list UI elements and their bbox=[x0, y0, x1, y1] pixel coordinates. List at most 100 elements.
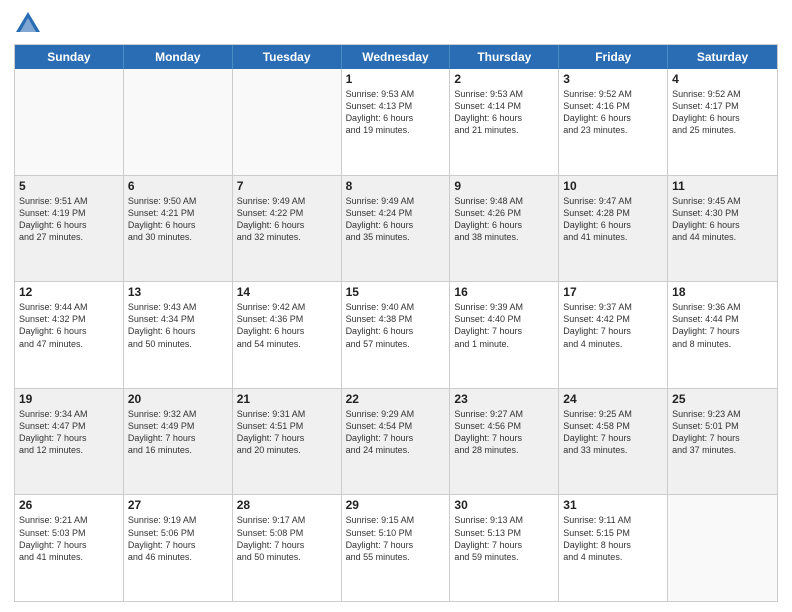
calendar-cell: 6 Sunrise: 9:50 AM Sunset: 4:21 PM Daylig… bbox=[124, 176, 233, 282]
day-number: 22 bbox=[346, 392, 446, 406]
calendar-cell bbox=[124, 69, 233, 175]
calendar-cell: 4Sunrise: 9:52 AM Sunset: 4:17 PM Daylig… bbox=[668, 69, 777, 175]
cell-info: Sunrise: 9:17 AM Sunset: 5:08 PM Dayligh… bbox=[237, 514, 337, 563]
header-day: Wednesday bbox=[342, 45, 451, 69]
calendar-row: 5 Sunrise: 9:51 AM Sunset: 4:19 PM Daylig… bbox=[15, 175, 777, 282]
cell-info: Sunrise: 9:13 AM Sunset: 5:13 PM Dayligh… bbox=[454, 514, 554, 563]
cell-info: Sunrise: 9:52 AM Sunset: 4:17 PM Dayligh… bbox=[672, 88, 773, 137]
calendar-cell: 10Sunrise: 9:47 AM Sunset: 4:28 PM Dayli… bbox=[559, 176, 668, 282]
calendar-cell: 26 Sunrise: 9:21 AM Sunset: 5:03 PM Dayli… bbox=[15, 495, 124, 601]
cell-info: Sunrise: 9:48 AM Sunset: 4:26 PM Dayligh… bbox=[454, 195, 554, 244]
day-number: 5 bbox=[19, 179, 119, 193]
calendar-cell: 28 Sunrise: 9:17 AM Sunset: 5:08 PM Dayli… bbox=[233, 495, 342, 601]
calendar-header: SundayMondayTuesdayWednesdayThursdayFrid… bbox=[15, 45, 777, 69]
cell-info: Sunrise: 9:27 AM Sunset: 4:56 PM Dayligh… bbox=[454, 408, 554, 457]
day-number: 8 bbox=[346, 179, 446, 193]
day-number: 3 bbox=[563, 72, 663, 86]
day-number: 30 bbox=[454, 498, 554, 512]
cell-info: Sunrise: 9:43 AM Sunset: 4:34 PM Dayligh… bbox=[128, 301, 228, 350]
calendar-row: 1Sunrise: 9:53 AM Sunset: 4:13 PM Daylig… bbox=[15, 69, 777, 175]
calendar-row: 19 Sunrise: 9:34 AM Sunset: 4:47 PM Dayli… bbox=[15, 388, 777, 495]
cell-info: Sunrise: 9:15 AM Sunset: 5:10 PM Dayligh… bbox=[346, 514, 446, 563]
day-number: 15 bbox=[346, 285, 446, 299]
day-number: 25 bbox=[672, 392, 773, 406]
calendar-body: 1Sunrise: 9:53 AM Sunset: 4:13 PM Daylig… bbox=[15, 69, 777, 601]
calendar-cell: 14 Sunrise: 9:42 AM Sunset: 4:36 PM Dayli… bbox=[233, 282, 342, 388]
cell-info: Sunrise: 9:53 AM Sunset: 4:14 PM Dayligh… bbox=[454, 88, 554, 137]
day-number: 21 bbox=[237, 392, 337, 406]
cell-info: Sunrise: 9:29 AM Sunset: 4:54 PM Dayligh… bbox=[346, 408, 446, 457]
calendar-cell bbox=[233, 69, 342, 175]
calendar-cell: 11Sunrise: 9:45 AM Sunset: 4:30 PM Dayli… bbox=[668, 176, 777, 282]
cell-info: Sunrise: 9:39 AM Sunset: 4:40 PM Dayligh… bbox=[454, 301, 554, 350]
cell-info: Sunrise: 9:31 AM Sunset: 4:51 PM Dayligh… bbox=[237, 408, 337, 457]
day-number: 6 bbox=[128, 179, 228, 193]
day-number: 27 bbox=[128, 498, 228, 512]
day-number: 17 bbox=[563, 285, 663, 299]
calendar-cell: 3 Sunrise: 9:52 AM Sunset: 4:16 PM Daylig… bbox=[559, 69, 668, 175]
calendar-cell: 27 Sunrise: 9:19 AM Sunset: 5:06 PM Dayli… bbox=[124, 495, 233, 601]
calendar-cell: 21 Sunrise: 9:31 AM Sunset: 4:51 PM Dayli… bbox=[233, 389, 342, 495]
day-number: 18 bbox=[672, 285, 773, 299]
cell-info: Sunrise: 9:53 AM Sunset: 4:13 PM Dayligh… bbox=[346, 88, 446, 137]
header-day: Thursday bbox=[450, 45, 559, 69]
header-day: Saturday bbox=[668, 45, 777, 69]
day-number: 29 bbox=[346, 498, 446, 512]
day-number: 23 bbox=[454, 392, 554, 406]
calendar-cell: 19 Sunrise: 9:34 AM Sunset: 4:47 PM Dayli… bbox=[15, 389, 124, 495]
calendar-cell: 12Sunrise: 9:44 AM Sunset: 4:32 PM Dayli… bbox=[15, 282, 124, 388]
header-day: Tuesday bbox=[233, 45, 342, 69]
cell-info: Sunrise: 9:51 AM Sunset: 4:19 PM Dayligh… bbox=[19, 195, 119, 244]
cell-info: Sunrise: 9:45 AM Sunset: 4:30 PM Dayligh… bbox=[672, 195, 773, 244]
calendar-cell: 16 Sunrise: 9:39 AM Sunset: 4:40 PM Dayli… bbox=[450, 282, 559, 388]
calendar-cell: 17Sunrise: 9:37 AM Sunset: 4:42 PM Dayli… bbox=[559, 282, 668, 388]
cell-info: Sunrise: 9:25 AM Sunset: 4:58 PM Dayligh… bbox=[563, 408, 663, 457]
calendar-cell: 23 Sunrise: 9:27 AM Sunset: 4:56 PM Dayli… bbox=[450, 389, 559, 495]
calendar-cell: 9 Sunrise: 9:48 AM Sunset: 4:26 PM Daylig… bbox=[450, 176, 559, 282]
day-number: 14 bbox=[237, 285, 337, 299]
calendar-cell: 7Sunrise: 9:49 AM Sunset: 4:22 PM Daylig… bbox=[233, 176, 342, 282]
day-number: 9 bbox=[454, 179, 554, 193]
day-number: 31 bbox=[563, 498, 663, 512]
day-number: 26 bbox=[19, 498, 119, 512]
day-number: 28 bbox=[237, 498, 337, 512]
calendar-cell: 22 Sunrise: 9:29 AM Sunset: 4:54 PM Dayli… bbox=[342, 389, 451, 495]
day-number: 19 bbox=[19, 392, 119, 406]
calendar-cell: 31 Sunrise: 9:11 AM Sunset: 5:15 PM Dayli… bbox=[559, 495, 668, 601]
calendar-row: 12Sunrise: 9:44 AM Sunset: 4:32 PM Dayli… bbox=[15, 281, 777, 388]
cell-info: Sunrise: 9:42 AM Sunset: 4:36 PM Dayligh… bbox=[237, 301, 337, 350]
logo-icon bbox=[14, 10, 42, 38]
cell-info: Sunrise: 9:50 AM Sunset: 4:21 PM Dayligh… bbox=[128, 195, 228, 244]
header-day: Sunday bbox=[15, 45, 124, 69]
cell-info: Sunrise: 9:44 AM Sunset: 4:32 PM Dayligh… bbox=[19, 301, 119, 350]
calendar-cell: 20Sunrise: 9:32 AM Sunset: 4:49 PM Dayli… bbox=[124, 389, 233, 495]
calendar-cell: 29 Sunrise: 9:15 AM Sunset: 5:10 PM Dayli… bbox=[342, 495, 451, 601]
cell-info: Sunrise: 9:19 AM Sunset: 5:06 PM Dayligh… bbox=[128, 514, 228, 563]
calendar-cell bbox=[15, 69, 124, 175]
cell-info: Sunrise: 9:52 AM Sunset: 4:16 PM Dayligh… bbox=[563, 88, 663, 137]
calendar-cell bbox=[668, 495, 777, 601]
page: SundayMondayTuesdayWednesdayThursdayFrid… bbox=[0, 0, 792, 612]
day-number: 13 bbox=[128, 285, 228, 299]
calendar-cell: 30 Sunrise: 9:13 AM Sunset: 5:13 PM Dayli… bbox=[450, 495, 559, 601]
calendar-cell: 13 Sunrise: 9:43 AM Sunset: 4:34 PM Dayli… bbox=[124, 282, 233, 388]
cell-info: Sunrise: 9:49 AM Sunset: 4:24 PM Dayligh… bbox=[346, 195, 446, 244]
header-day: Friday bbox=[559, 45, 668, 69]
day-number: 24 bbox=[563, 392, 663, 406]
header bbox=[14, 10, 778, 38]
day-number: 20 bbox=[128, 392, 228, 406]
cell-info: Sunrise: 9:34 AM Sunset: 4:47 PM Dayligh… bbox=[19, 408, 119, 457]
calendar-cell: 1Sunrise: 9:53 AM Sunset: 4:13 PM Daylig… bbox=[342, 69, 451, 175]
cell-info: Sunrise: 9:11 AM Sunset: 5:15 PM Dayligh… bbox=[563, 514, 663, 563]
calendar-cell: 2Sunrise: 9:53 AM Sunset: 4:14 PM Daylig… bbox=[450, 69, 559, 175]
day-number: 10 bbox=[563, 179, 663, 193]
header-day: Monday bbox=[124, 45, 233, 69]
calendar-cell: 8 Sunrise: 9:49 AM Sunset: 4:24 PM Daylig… bbox=[342, 176, 451, 282]
cell-info: Sunrise: 9:49 AM Sunset: 4:22 PM Dayligh… bbox=[237, 195, 337, 244]
calendar-cell: 25Sunrise: 9:23 AM Sunset: 5:01 PM Dayli… bbox=[668, 389, 777, 495]
calendar-cell: 24 Sunrise: 9:25 AM Sunset: 4:58 PM Dayli… bbox=[559, 389, 668, 495]
cell-info: Sunrise: 9:21 AM Sunset: 5:03 PM Dayligh… bbox=[19, 514, 119, 563]
logo bbox=[14, 10, 46, 38]
calendar: SundayMondayTuesdayWednesdayThursdayFrid… bbox=[14, 44, 778, 602]
day-number: 16 bbox=[454, 285, 554, 299]
